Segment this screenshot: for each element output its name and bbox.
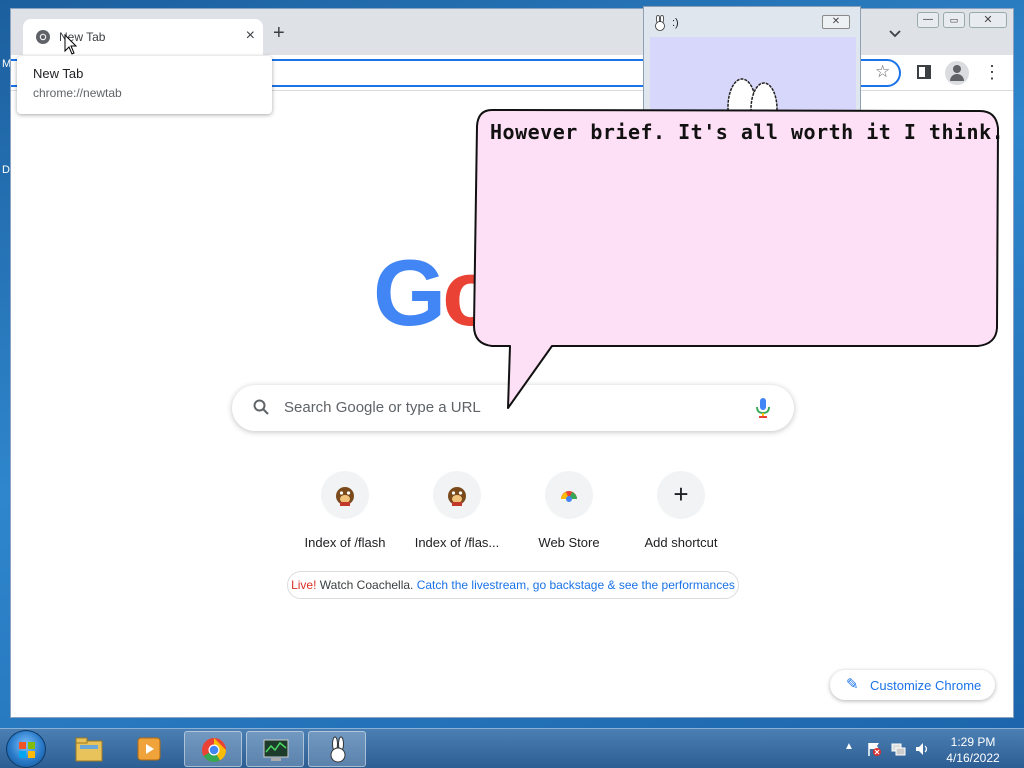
- pencil-icon: ✎: [846, 676, 859, 693]
- promo-text: Watch Coachella.: [316, 578, 417, 592]
- shortcut-tile: [545, 471, 593, 519]
- promo-live-label: Live!: [291, 578, 317, 592]
- chrome-icon: [202, 738, 226, 763]
- search-placeholder: Search Google or type a URL: [284, 399, 481, 416]
- window-maximize-button[interactable]: ▭: [943, 12, 965, 28]
- shortcut-index-of-flash[interactable]: Index of /flash: [289, 471, 401, 561]
- shortcut-tile: [433, 471, 481, 519]
- desktop-icon-label-d: D: [2, 164, 10, 176]
- taskbar-explorer-button[interactable]: [60, 731, 118, 767]
- plus-icon: +: [673, 479, 689, 509]
- bunny-window-body: [650, 37, 856, 115]
- shortcut-web-store[interactable]: Web Store: [513, 471, 625, 561]
- speech-bubble-text: However brief. It's all worth it I think…: [490, 120, 1005, 144]
- hover-card-url: chrome://newtab: [33, 86, 122, 100]
- windows-logo-icon: [19, 742, 35, 758]
- bunny-pet-window[interactable]: :) ✕: [643, 6, 861, 116]
- customize-chrome-label: Customize Chrome: [870, 678, 982, 693]
- ntp-promo: Live! Watch Coachella. Catch the livestr…: [287, 571, 739, 599]
- window-close-button[interactable]: ✕: [969, 12, 1007, 28]
- bunny-window-title: :): [672, 17, 679, 29]
- mouse-cursor-icon: [64, 34, 78, 55]
- hover-card-title: New Tab: [33, 66, 84, 81]
- mole-icon: [448, 487, 466, 506]
- volume-icon[interactable]: [914, 741, 930, 757]
- start-button[interactable]: [6, 730, 46, 768]
- tab-new-tab[interactable]: New Tab ×: [23, 19, 263, 55]
- tray-overflow-arrow[interactable]: ▲: [844, 741, 854, 752]
- shortcut-label: Index of /flas...: [414, 535, 500, 550]
- search-icon: [253, 399, 269, 415]
- mole-icon: [336, 487, 354, 506]
- shortcut-add[interactable]: + Add shortcut: [625, 471, 737, 561]
- clock-date: 4/16/2022: [946, 751, 1000, 765]
- google-logo-g: G: [373, 240, 446, 345]
- chrome-menu-icon[interactable]: ⋮: [983, 63, 1001, 81]
- shortcut-label: Add shortcut: [644, 535, 718, 550]
- shortcut-label: Index of /flash: [304, 535, 386, 550]
- speech-bubble-shape: [473, 109, 999, 409]
- media-player-icon: [137, 737, 161, 761]
- chrome-favicon-icon: [36, 30, 50, 44]
- tab-hover-card: New Tab chrome://newtab: [17, 56, 272, 114]
- bunny-icon: [330, 736, 346, 763]
- promo-link[interactable]: Catch the livestream, go backstage & see…: [417, 578, 735, 592]
- window-minimize-button[interactable]: —: [917, 12, 939, 28]
- new-tab-button[interactable]: +: [273, 23, 285, 43]
- taskbar-bunny-button[interactable]: [308, 731, 366, 767]
- tab-close-icon[interactable]: ×: [246, 27, 255, 45]
- web-store-icon: [561, 491, 577, 502]
- shortcut-tile: [321, 471, 369, 519]
- action-center-flag-icon[interactable]: [866, 741, 882, 757]
- bookmark-star-icon[interactable]: ☆: [875, 63, 890, 81]
- tab-strip: New Tab × + — ▭ ✕: [11, 9, 1013, 55]
- taskbar-clock[interactable]: 1:29 PM 4/16/2022: [934, 734, 1012, 766]
- system-monitor-icon: [263, 739, 289, 761]
- shortcut-index-of-flash-2[interactable]: Index of /flas...: [401, 471, 513, 561]
- network-icon[interactable]: [890, 741, 906, 757]
- bunny-app-icon: [655, 15, 665, 31]
- taskbar-media-player-button[interactable]: [120, 731, 178, 767]
- taskbar-system-monitor-button[interactable]: [246, 731, 304, 767]
- shortcut-tile: +: [657, 471, 705, 519]
- shortcut-label: Web Store: [538, 535, 600, 550]
- profile-avatar-icon[interactable]: [945, 61, 969, 85]
- windows-taskbar: ▲ 1:29 PM 4/16/2022: [0, 728, 1024, 768]
- speech-bubble: However brief. It's all worth it I think…: [470, 106, 1005, 412]
- taskbar-chrome-button[interactable]: [184, 731, 242, 767]
- tab-search-chevron-icon[interactable]: [887, 25, 903, 41]
- folder-icon: [75, 737, 103, 762]
- customize-chrome-button[interactable]: ✎ Customize Chrome: [830, 670, 995, 700]
- bunny-window-close-button[interactable]: ✕: [822, 15, 850, 29]
- clock-time: 1:29 PM: [950, 735, 996, 749]
- side-panel-icon[interactable]: [917, 65, 931, 79]
